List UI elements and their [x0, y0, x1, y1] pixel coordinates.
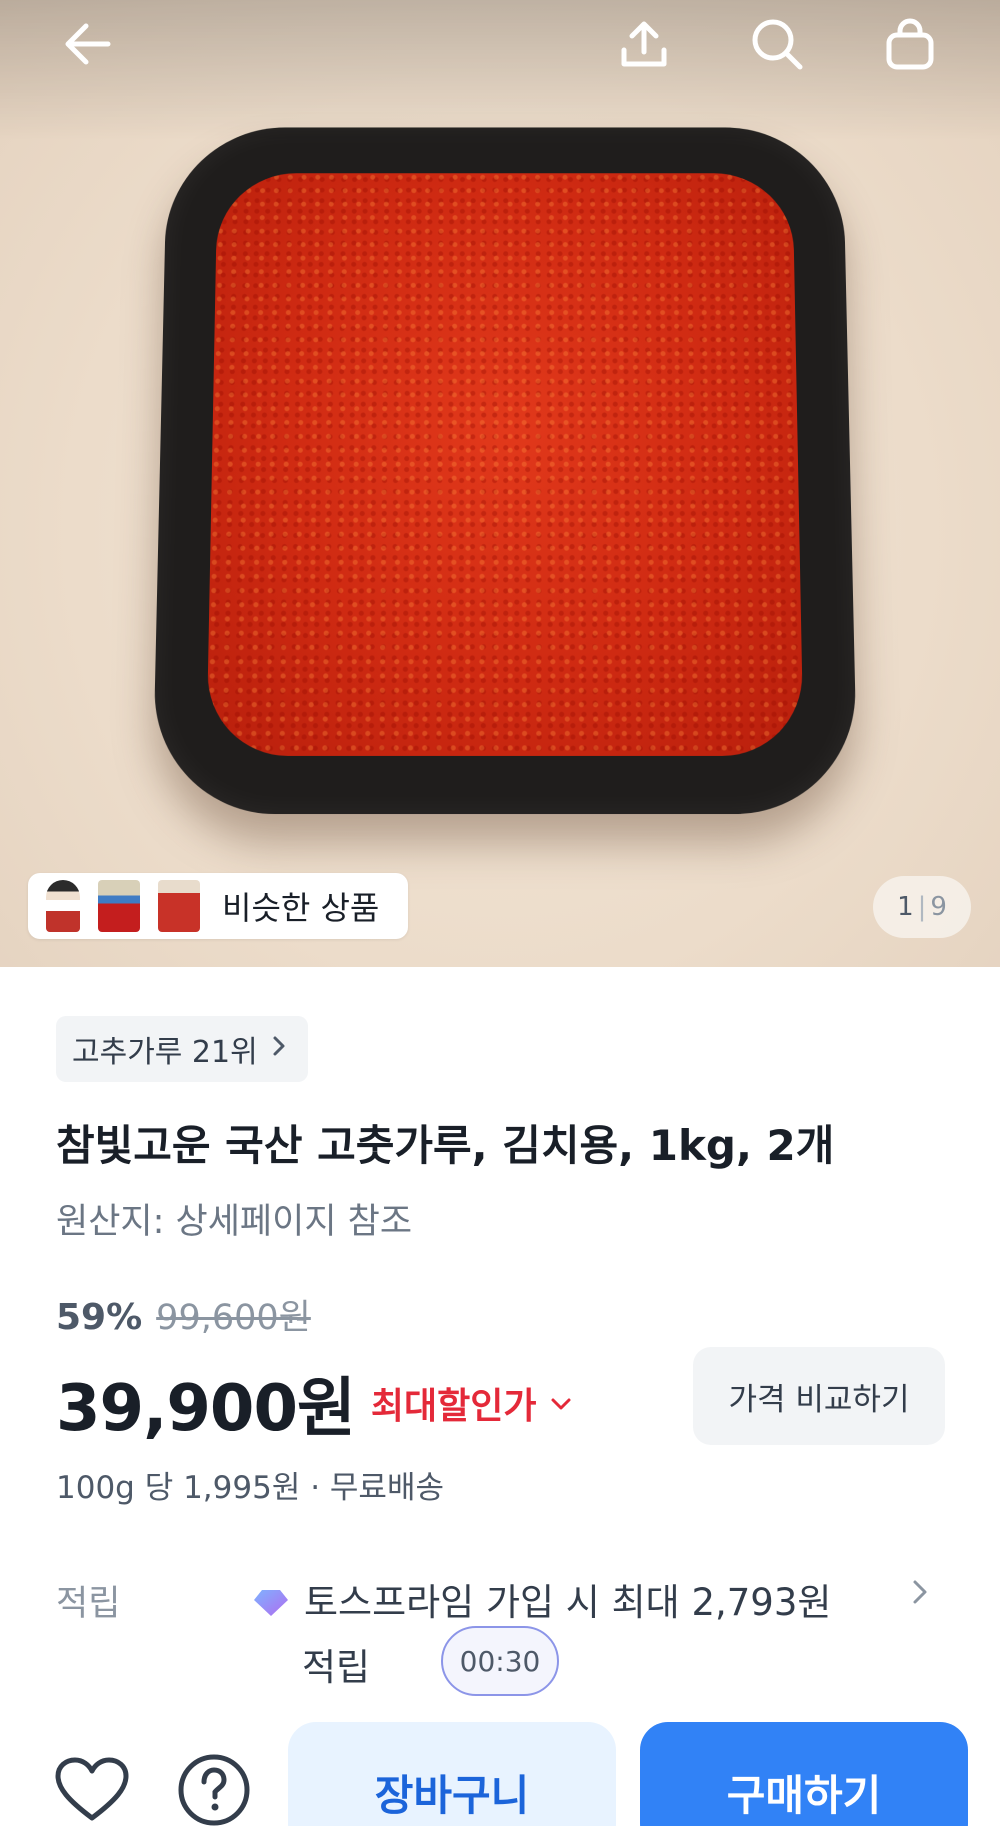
similar-product-thumb [46, 880, 80, 932]
gallery-page-indicator: 1 | 9 [873, 876, 971, 938]
price-row: 39,900원 최대할인가 [56, 1357, 572, 1449]
gallery-current-page: 1 [897, 892, 914, 922]
original-price: 99,600원 [156, 1298, 311, 1338]
chevron-right-icon[interactable] [912, 1575, 928, 1615]
similar-products-button[interactable]: 비슷한 상품 [28, 873, 408, 939]
shopping-bag-icon[interactable] [878, 12, 942, 76]
product-photo-chili-powder [206, 173, 804, 756]
discount-rate: 59% [56, 1297, 143, 1338]
countdown-timer: 00:30 [441, 1626, 559, 1696]
max-discount-dropdown[interactable]: 최대할인가 [371, 1377, 573, 1429]
product-photo-bowl [152, 127, 858, 815]
price-compare-button[interactable]: 가격 비교하기 [693, 1347, 945, 1445]
unit-price-shipping: 100g 당 1,995원 · 무료배송 [56, 1470, 444, 1506]
points-label: 적립 [56, 1584, 121, 1624]
arrow-left-icon[interactable] [56, 12, 120, 76]
similar-product-thumb [98, 880, 140, 932]
heart-icon[interactable] [52, 1750, 132, 1826]
similar-product-thumb [158, 880, 200, 932]
add-to-cart-button[interactable]: 장바구니 [288, 1722, 616, 1826]
points-offer[interactable]: 토스프라임 가입 시 최대 2,793원 [252, 1572, 831, 1626]
chevron-down-icon [550, 1388, 572, 1418]
top-shade [0, 0, 1000, 140]
gallery-page-separator: | [917, 892, 927, 922]
points-offer-text-2: 적립 [302, 1646, 371, 1689]
max-discount-label: 최대할인가 [370, 1386, 537, 1427]
search-icon[interactable] [745, 12, 809, 76]
product-title: 참빛고운 국산 고춧가루, 김치용, 1kg, 2개 [56, 1121, 835, 1170]
chevron-right-icon [272, 1034, 286, 1065]
product-image-gallery[interactable]: 비슷한 상품 1 | 9 [0, 0, 1000, 967]
question-icon[interactable] [174, 1750, 254, 1826]
rank-label: 고추가루 21위 [72, 1035, 258, 1070]
buy-now-button[interactable]: 구매하기 [640, 1722, 968, 1826]
category-rank-chip[interactable]: 고추가루 21위 [56, 1016, 308, 1082]
points-offer-text: 토스프라임 가입 시 최대 2,793원 [304, 1581, 832, 1624]
product-origin: 원산지: 상세페이지 참조 [56, 1202, 413, 1242]
similar-products-label: 비슷한 상품 [222, 889, 380, 927]
discount-row: 59% 99,600원 [56, 1289, 311, 1340]
share-icon[interactable] [612, 12, 676, 76]
gallery-total-pages: 9 [930, 892, 947, 922]
sale-price: 39,900원 [56, 1372, 356, 1446]
toss-prime-gem-icon [252, 1584, 290, 1616]
